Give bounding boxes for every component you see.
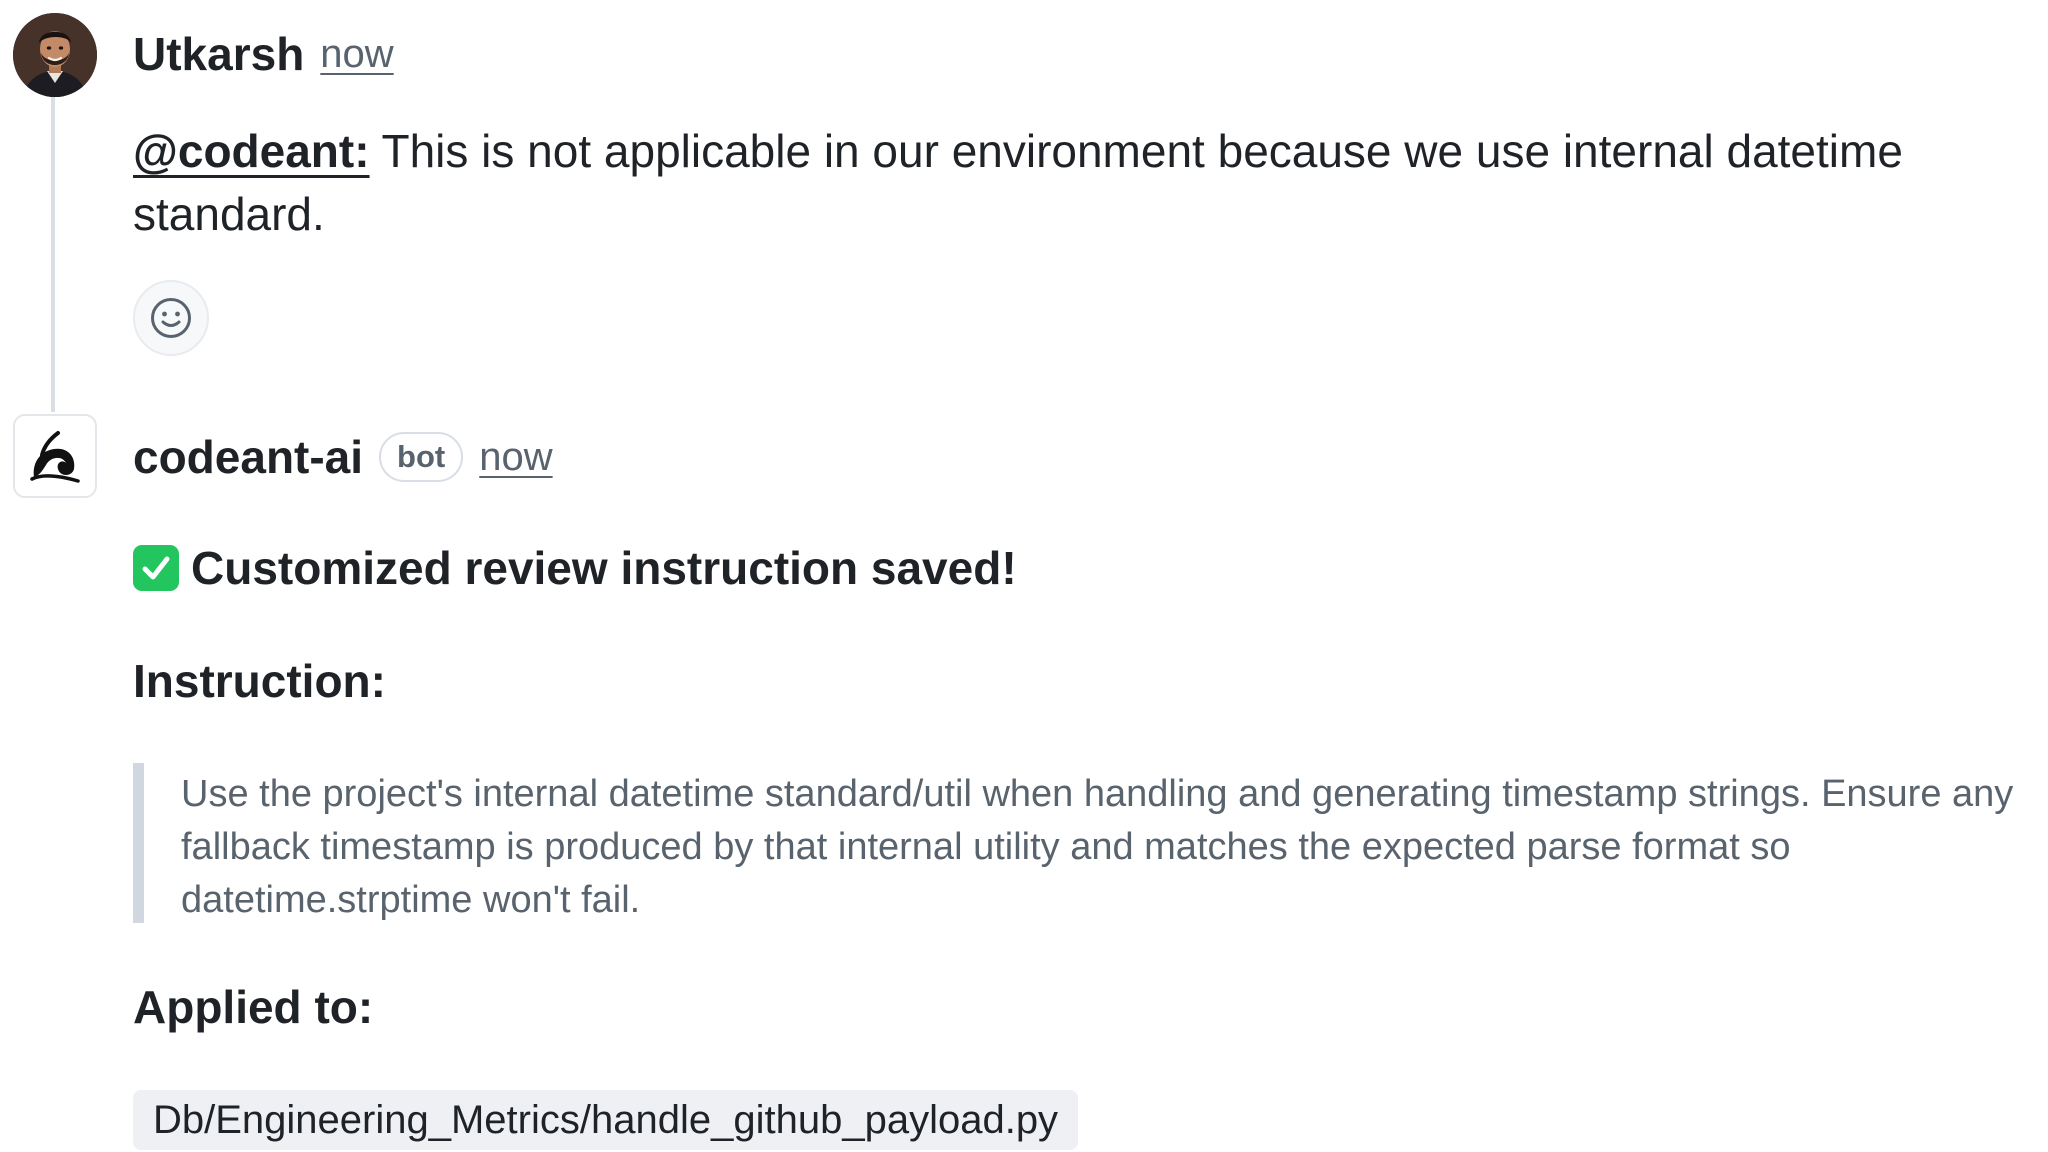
applied-to-heading: Applied to:	[133, 981, 374, 1033]
instruction-blockquote: Use the project's internal datetime stan…	[133, 763, 2033, 923]
codeant-logo-icon	[30, 431, 80, 483]
comment-header: Utkarsh now	[133, 24, 394, 84]
comment-body: @codeant: This is not applicable in our …	[133, 120, 1993, 246]
comment-author[interactable]: codeant-ai	[133, 430, 363, 484]
comment-text: This is not applicable in our environmen…	[133, 125, 1903, 240]
check-mark-icon	[133, 545, 179, 591]
applied-file-path: Db/Engineering_Metrics/handle_github_pay…	[133, 1090, 1079, 1150]
status-title-text: Customized review instruction saved!	[191, 542, 1017, 594]
bot-avatar[interactable]	[13, 414, 97, 498]
instruction-heading: Instruction:	[133, 655, 386, 707]
mention-link[interactable]: @codeant:	[133, 125, 370, 177]
comment-header: codeant-ai bot now	[133, 426, 553, 488]
bot-badge: bot	[379, 432, 464, 482]
thread-connector-line	[51, 96, 55, 412]
smiley-icon	[151, 298, 191, 338]
add-reaction-button[interactable]	[133, 280, 209, 356]
user-photo-avatar-icon	[13, 13, 97, 97]
status-title: Customized review instruction saved!	[133, 538, 1017, 598]
comment-timestamp-link[interactable]: now	[479, 435, 552, 480]
comment-author[interactable]: Utkarsh	[133, 27, 304, 81]
comment-timestamp-link[interactable]: now	[320, 32, 393, 77]
user-avatar[interactable]	[13, 13, 97, 97]
